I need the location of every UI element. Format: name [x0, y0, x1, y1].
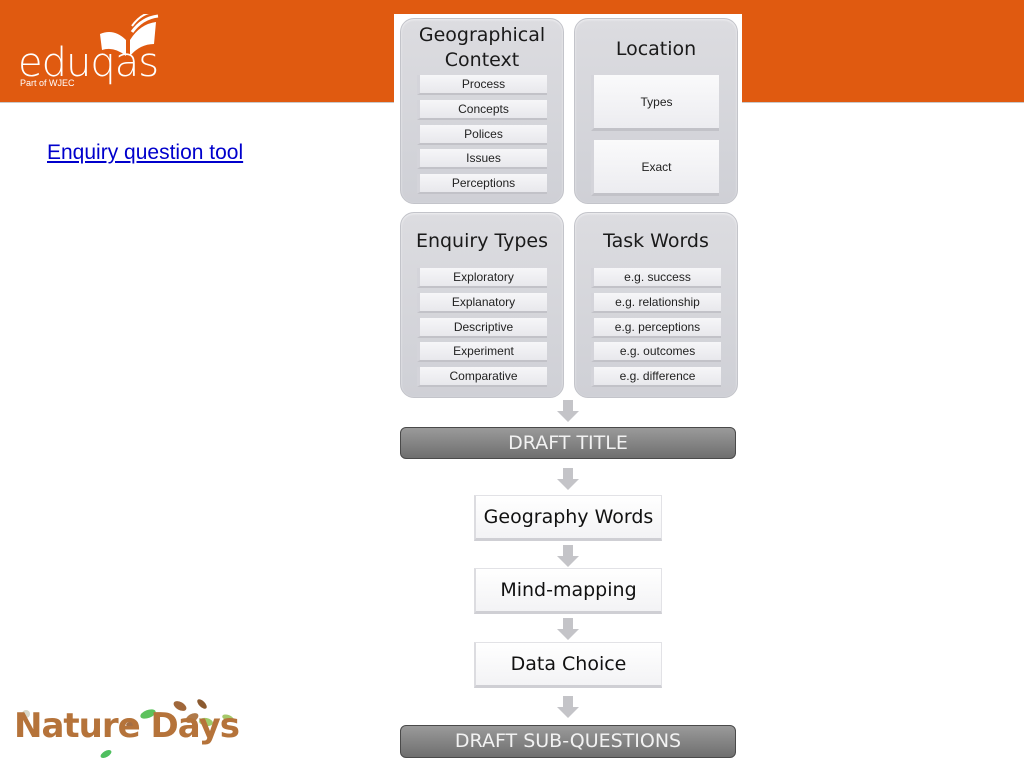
down-arrow-icon [557, 400, 579, 422]
panel-geographical-context: Geographical Context Process Concepts Po… [400, 18, 564, 204]
chip-perceptions: e.g. perceptions [591, 318, 721, 338]
brand-subtitle: Part of WJEC [20, 78, 75, 88]
panel-title: Task Words [603, 230, 709, 252]
down-arrow-icon [557, 468, 579, 490]
panel-title: Geographical [418, 24, 546, 46]
down-arrow-icon [557, 696, 579, 718]
chip-concepts: Concepts [417, 100, 547, 120]
chip-descriptive: Descriptive [417, 318, 547, 338]
step-geography-words: Geography Words [474, 495, 662, 541]
panel-task-words: Task Words e.g. success e.g. relationshi… [574, 212, 738, 398]
panel-title-line2: Context [444, 49, 520, 71]
step-data-choice: Data Choice [474, 642, 662, 688]
chip-polices: Polices [417, 125, 547, 145]
enquiry-flow-diagram: Geographical Context Process Concepts Po… [394, 14, 742, 768]
chip-experiment: Experiment [417, 342, 547, 362]
chip-exact: Exact [591, 140, 719, 196]
step-mind-mapping: Mind-mapping [474, 568, 662, 614]
draft-sub-questions-box: DRAFT SUB-QUESTIONS [400, 725, 736, 758]
nature-days-text: Nature Days [14, 706, 240, 746]
chip-difference: e.g. difference [591, 367, 721, 387]
nature-days-logo: Nature Days [10, 692, 240, 762]
chip-outcomes: e.g. outcomes [591, 342, 721, 362]
panel-title: Location [615, 38, 697, 60]
chip-perceptions: Perceptions [417, 174, 547, 194]
panel-title: Enquiry Types [415, 230, 549, 252]
chip-issues: Issues [417, 149, 547, 169]
panel-enquiry-types: Enquiry Types Exploratory Explanatory De… [400, 212, 564, 398]
eduqas-logo: eduqas Part of WJEC [18, 14, 178, 94]
chip-comparative: Comparative [417, 367, 547, 387]
panel-location: Location Types Exact [574, 18, 738, 204]
chip-explanatory: Explanatory [417, 293, 547, 313]
chip-types: Types [591, 75, 719, 131]
enquiry-question-tool-link[interactable]: Enquiry question tool [47, 141, 243, 165]
down-arrow-icon [557, 545, 579, 567]
chip-exploratory: Exploratory [417, 268, 547, 288]
down-arrow-icon [557, 618, 579, 640]
draft-title-box: DRAFT TITLE [400, 427, 736, 459]
chip-success: e.g. success [591, 268, 721, 288]
chip-process: Process [417, 75, 547, 95]
chip-relationship: e.g. relationship [591, 293, 721, 313]
